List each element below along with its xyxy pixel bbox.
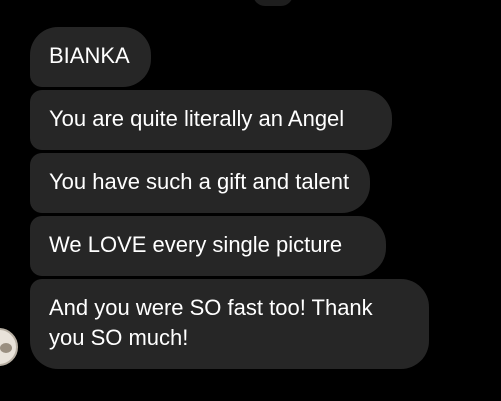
message-text: BIANKA <box>49 43 130 68</box>
message-text: And you were SO fast too! Thank you SO m… <box>49 295 373 350</box>
message-bubble[interactable]: You have such a gift and talent <box>30 153 370 213</box>
message-thread: BIANKA You are quite literally an Angel … <box>0 0 501 401</box>
message-text: You have such a gift and talent <box>49 169 350 194</box>
avatar-image-detail <box>0 343 12 353</box>
sender-avatar[interactable] <box>0 328 18 366</box>
avatar <box>253 0 293 6</box>
message-bubble[interactable]: We LOVE every single picture <box>30 216 386 276</box>
message-bubble[interactable]: BIANKA <box>30 27 151 87</box>
message-text: You are quite literally an Angel <box>49 106 345 131</box>
message-text: We LOVE every single picture <box>49 232 343 257</box>
message-bubble[interactable]: And you were SO fast too! Thank you SO m… <box>30 279 429 369</box>
message-bubble[interactable]: You are quite literally an Angel <box>30 90 392 150</box>
